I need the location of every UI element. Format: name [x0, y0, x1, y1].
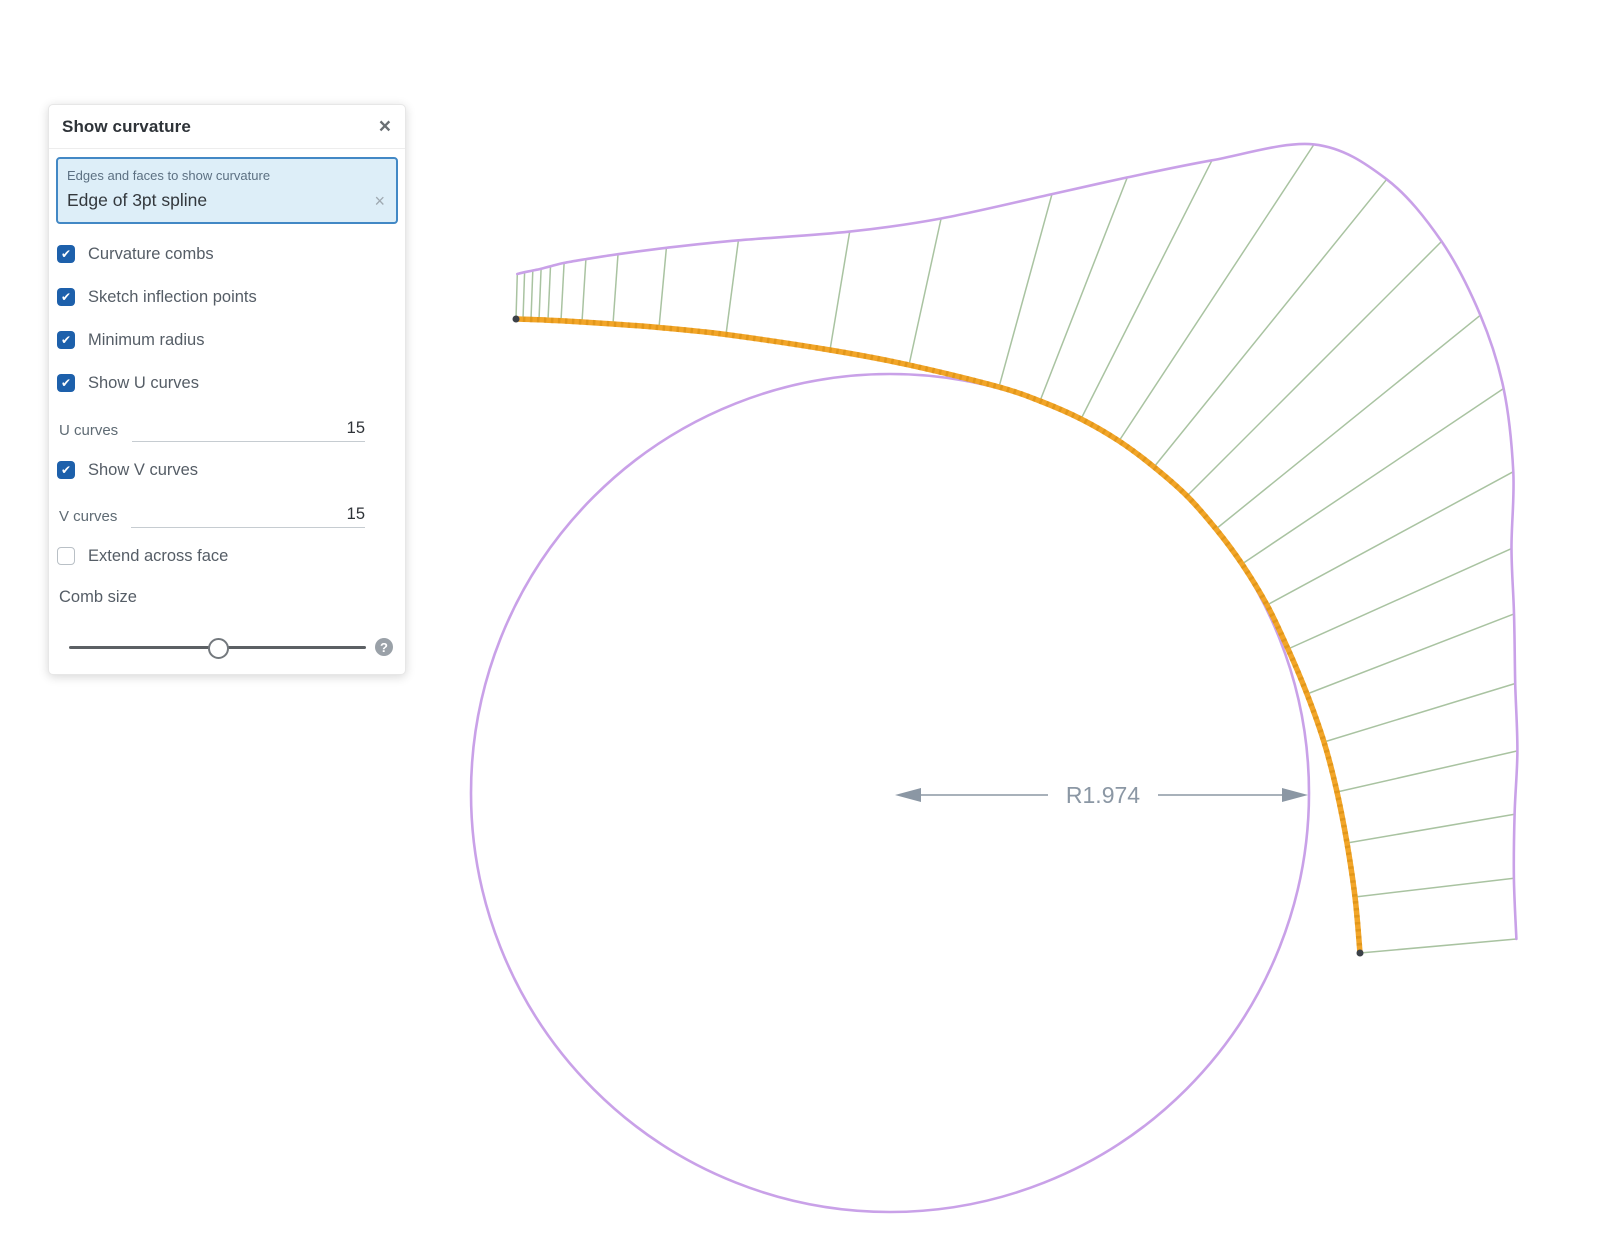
sketch-inflection-points-label: Sketch inflection points	[88, 288, 257, 307]
comb-line	[909, 219, 941, 366]
comb-line	[1119, 144, 1314, 441]
minimum-radius-label: Minimum radius	[88, 331, 204, 350]
selection-field-value: Edge of 3pt spline	[67, 190, 385, 211]
comb-line	[659, 248, 666, 328]
minimum-radius-checkbox[interactable]	[57, 331, 75, 349]
spline-endpoint-dot[interactable]	[1357, 950, 1364, 957]
comb-line	[548, 266, 551, 320]
comb-envelope-curve	[517, 144, 1517, 939]
close-icon[interactable]: ×	[379, 116, 391, 137]
clear-selection-icon[interactable]: ×	[374, 192, 385, 210]
v-curves-input[interactable]: 15	[131, 505, 365, 528]
spline-edge[interactable]	[516, 319, 1360, 953]
row-curvature-combs: Curvature combs	[49, 244, 405, 264]
comb-line	[726, 240, 738, 334]
comb-line	[1347, 814, 1515, 843]
selection-field[interactable]: Edges and faces to show curvature Edge o…	[56, 157, 398, 224]
curvature-combs	[516, 144, 1517, 953]
comb-size-label: Comb size	[49, 588, 405, 608]
row-minimum-radius: Minimum radius	[49, 330, 405, 350]
spline-edge-texture	[516, 319, 1360, 953]
radius-dimension-label: R1.974	[1066, 782, 1140, 808]
u-curves-input[interactable]: 15	[132, 419, 365, 442]
comb-line	[561, 263, 564, 321]
comb-line	[1040, 177, 1127, 401]
comb-line	[539, 269, 541, 320]
row-show-u-curves: Show U curves	[49, 373, 405, 393]
show-curvature-dialog: Show curvature × Edges and faces to show…	[48, 104, 406, 675]
v-curves-label: V curves	[59, 508, 117, 528]
sketch-inflection-points-checkbox[interactable]	[57, 288, 75, 306]
min-radius-circle	[471, 374, 1309, 1212]
comb-line	[1324, 684, 1515, 743]
show-u-curves-checkbox[interactable]	[57, 374, 75, 392]
graphics-area[interactable]: R1.974 Show curvature × Edges and faces …	[0, 0, 1600, 1256]
comb-line	[1081, 160, 1212, 419]
comb-line	[830, 232, 850, 350]
comb-line	[1267, 472, 1513, 605]
comb-line	[999, 194, 1052, 387]
comb-line	[1360, 939, 1516, 953]
comb-line	[613, 254, 618, 324]
comb-size-slider-handle[interactable]	[208, 638, 229, 659]
spline-endpoints	[513, 316, 1364, 957]
help-icon[interactable]: ?	[375, 638, 393, 656]
comb-size-row: ?	[49, 636, 405, 658]
extend-across-face-checkbox[interactable]	[57, 547, 75, 565]
row-sketch-inflection-points: Sketch inflection points	[49, 287, 405, 307]
comb-line	[516, 274, 517, 319]
dimension-arrow-right-icon	[1282, 788, 1308, 802]
radius-dimension: R1.974	[895, 782, 1308, 808]
selection-field-label: Edges and faces to show curvature	[67, 168, 385, 183]
dimension-arrow-left-icon	[895, 788, 921, 802]
comb-line	[523, 272, 525, 319]
row-show-v-curves: Show V curves	[49, 460, 405, 480]
show-v-curves-label: Show V curves	[88, 461, 198, 480]
comb-line	[531, 271, 533, 320]
curvature-combs-label: Curvature combs	[88, 245, 214, 264]
show-v-curves-checkbox[interactable]	[57, 461, 75, 479]
show-u-curves-label: Show U curves	[88, 374, 199, 393]
comb-line	[1337, 751, 1517, 792]
comb-line	[1154, 179, 1387, 467]
v-curves-row: V curves 15	[49, 502, 405, 528]
comb-line	[1216, 315, 1480, 529]
comb-size-slider[interactable]	[69, 636, 366, 658]
spline-endpoint-dot[interactable]	[513, 316, 520, 323]
dialog-title: Show curvature	[62, 117, 191, 137]
comb-line	[1288, 549, 1512, 649]
u-curves-label: U curves	[59, 422, 118, 442]
dialog-header: Show curvature ×	[49, 105, 405, 149]
u-curves-row: U curves 15	[49, 416, 405, 442]
extend-across-face-label: Extend across face	[88, 547, 228, 566]
curvature-combs-checkbox[interactable]	[57, 245, 75, 263]
comb-line	[582, 259, 586, 322]
comb-line	[1355, 878, 1514, 897]
row-extend-across-face: Extend across face	[49, 546, 405, 566]
